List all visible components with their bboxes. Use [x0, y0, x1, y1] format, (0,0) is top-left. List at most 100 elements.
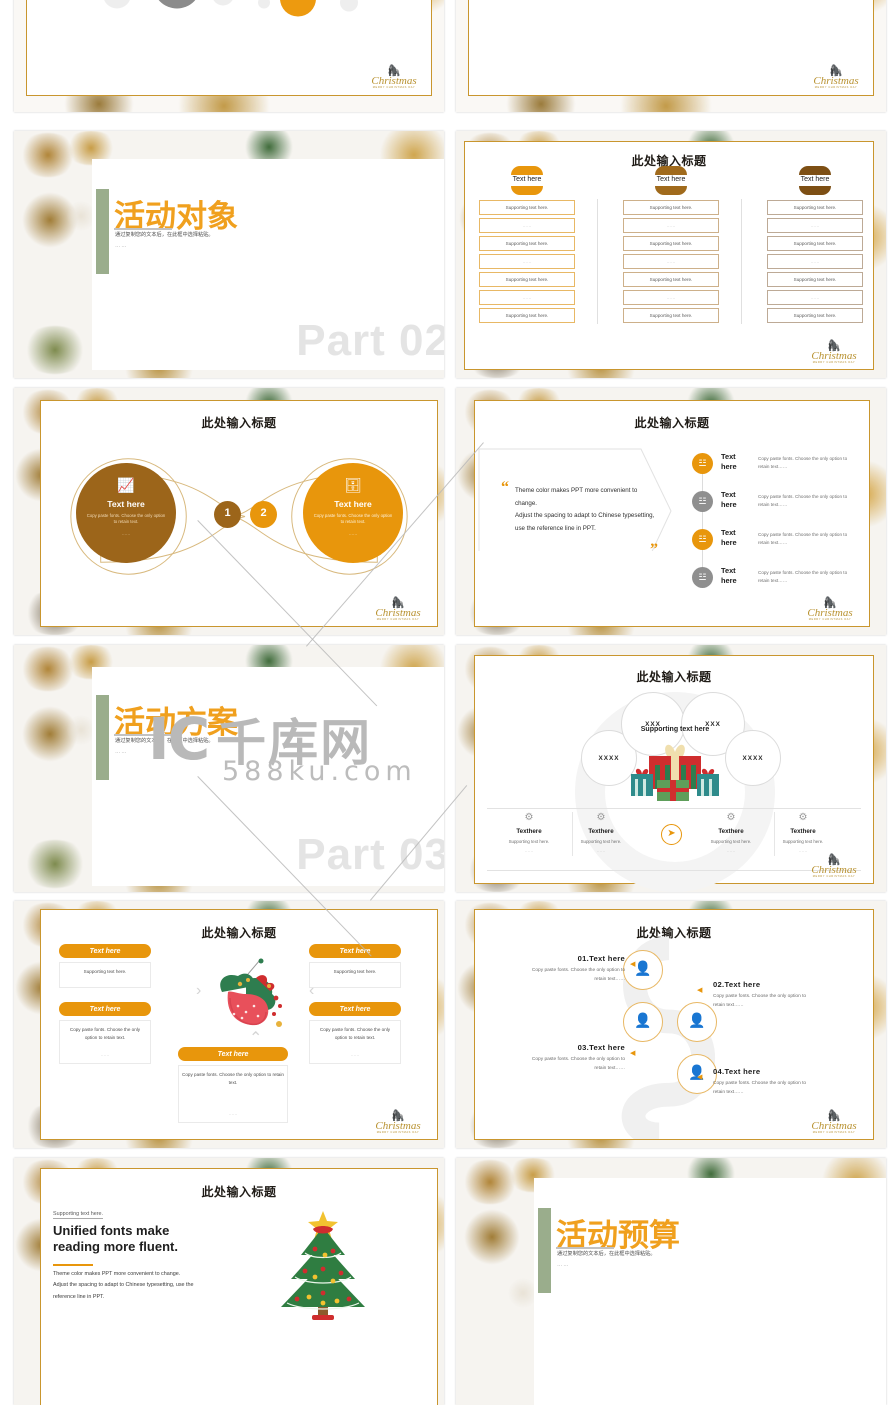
panel-pill-button[interactable]: Text here — [309, 1002, 401, 1016]
section-paragraph: 通过复制您的文本后，在此框中选择粘贴。 — [115, 738, 214, 744]
table-cell: …… — [810, 294, 820, 300]
column-divider — [741, 199, 742, 324]
slide-thumbnail[interactable]: Text Text Text Text only option to retai… — [14, 0, 444, 112]
panel-dots: …… — [350, 1052, 360, 1057]
slide-thumbnail[interactable]: 此处输入标题 📈 Text here Copy paste fonts. Cho… — [14, 388, 444, 635]
slide-thumbnail[interactable]: 此处输入标题 Text here Supporting text here. Tex… — [14, 901, 444, 1148]
table-cell: …… — [810, 258, 820, 264]
brand-tagline: MERRY CHRISTMAS DAY — [812, 361, 856, 365]
table-cell: Supporting text here. — [649, 312, 693, 318]
table-cell: Supporting text here. — [505, 240, 549, 246]
slide-title: 此处输入标题 — [201, 926, 277, 940]
right-arrow-icon: ➤ — [667, 828, 676, 839]
panel-pill-button[interactable]: Text here — [309, 944, 401, 958]
slide-thumbnail[interactable]: 此处输入标题 👤 👤 👤 👤 01.Text here Copy paste fonts.… — [456, 901, 886, 1148]
circle-heading: Text here — [107, 499, 145, 509]
footer-dots: …… — [596, 848, 606, 853]
timeline-label: Text here — [721, 528, 737, 547]
arc-bubble-label: XXXX — [742, 755, 764, 762]
panel-body-text: Copy paste fonts. Choose the only option… — [182, 1072, 284, 1086]
arc-center-label: Supporting text here — [640, 726, 710, 733]
section-dots: …… — [557, 1262, 570, 1268]
brand-tagline: MERRY CHRISTMAS DAY — [812, 1131, 856, 1135]
section-paragraph: 通过复制您的文本后，在此框中选择粘贴。 — [115, 232, 214, 238]
timeline-body: Copy paste fonts. Choose the only option… — [758, 532, 848, 546]
circle-icon: 🗄 — [344, 477, 362, 493]
column-divider — [597, 199, 598, 324]
panel-body-text: Supporting text here. — [83, 969, 127, 974]
slide-thumbnail[interactable]: 活动对象 通过复制您的文本后，在此框中选择粘贴。 …… Part 02 — [14, 131, 444, 378]
chevron-left-icon[interactable]: ‹ — [309, 982, 314, 1000]
footer-body: Supporting text here. — [580, 839, 622, 844]
brand-tagline: MERRY CHRISTMAS DAY — [814, 86, 858, 90]
christmas-stocking-illustration — [220, 958, 282, 1027]
section-accent-bar — [96, 695, 109, 780]
brand-logo: 🦍 Christmas MERRY CHRISTMAS DAY — [803, 341, 865, 365]
cake-icon: ☳ — [698, 458, 707, 468]
panel-body-text: Copy paste fonts. Choose the only option… — [319, 1027, 391, 1041]
body-text: Theme color makes PPT more convenient to… — [53, 1271, 194, 1300]
panel-pill-button[interactable]: Text here — [59, 1002, 151, 1016]
slide-thumbnail[interactable]: 活动方案 通过复制您的文本后，在此框中选择粘贴。 …… Part 03 — [14, 645, 444, 892]
table-cell: Supporting text here. — [793, 204, 837, 210]
slide-thumbnail[interactable]: 此处输入标题 Text here Supporting text here.…… S… — [456, 131, 886, 378]
chevron-up-icon[interactable]: ⌃ — [249, 1028, 262, 1048]
slide-thumbnail[interactable]: 此处输入标题 XXXX XXX XXX XXXX Supporting text he… — [456, 645, 886, 892]
panel-pill-button[interactable]: Text here — [59, 944, 151, 958]
slide-thumbnail[interactable]: 此处输入标题 Supporting text here. Unified fon… — [14, 1158, 444, 1405]
person-ban-icon: 👤 — [688, 1012, 706, 1028]
brand-logo: 🦍 Christmas MERRY CHRISTMAS DAY — [367, 598, 429, 622]
section-accent-bar — [96, 189, 109, 274]
timeline-label: Text here — [721, 490, 737, 509]
flow-heading: 01.Text here — [577, 954, 625, 963]
brand-tagline: MERRY CHRISTMAS DAY — [372, 86, 416, 90]
circle-heading: Text here — [334, 499, 372, 509]
timeline-label: Text here — [721, 566, 737, 585]
slide-thumbnail[interactable]: 此处输入标题 “ Theme color makes PPT more conv… — [456, 388, 886, 635]
footer-label: Texthere — [588, 828, 614, 835]
panel-pill-button[interactable]: Text here — [178, 1047, 288, 1061]
christmas-tree-illustration — [281, 1211, 365, 1320]
section-paragraph: 通过复制您的文本后，在此框中选择粘贴。 — [557, 1251, 656, 1257]
table-cell: Supporting text here. — [649, 276, 693, 282]
slide-thumbnail[interactable]: Text hereSupporting text here.Supporting… — [456, 0, 886, 112]
flow-arrow-icon: ◀ — [697, 1074, 703, 1081]
flow-arrow-icon: ◀ — [697, 987, 703, 994]
gear-icon: ⚙ — [596, 812, 606, 823]
column-badge-top — [655, 166, 687, 175]
timeline-body: Copy paste fonts. Choose the only option… — [758, 456, 848, 470]
circle-dots: …… — [121, 531, 131, 536]
chevron-right-icon[interactable]: › — [196, 982, 201, 1000]
footer-dots: …… — [798, 848, 808, 853]
slide-title: 此处输入标题 — [201, 1185, 277, 1199]
brand-logo: 🦍 Christmas MERRY CHRISTMAS DAY — [803, 1111, 865, 1135]
quote-close-icon: ” — [650, 541, 658, 558]
section-dots: …… — [115, 243, 128, 249]
table-cell: …… — [810, 222, 820, 228]
brand-logo: 🦍 Christmas MERRY CHRISTMAS DAY — [799, 598, 861, 622]
footer-label: Texthere — [790, 828, 816, 835]
column-header: Text here — [512, 176, 542, 183]
table-cell: Supporting text here. — [793, 276, 837, 282]
column-badge-bottom — [799, 186, 831, 195]
slide-thumbnail[interactable]: 活动预算 通过复制您的文本后，在此框中选择粘贴。 …… — [456, 1158, 886, 1405]
footer-dots: …… — [726, 848, 736, 853]
panel-body-text: Copy paste fonts. Choose the only option… — [69, 1027, 141, 1041]
headline-rule — [53, 1264, 93, 1266]
table-cell: …… — [522, 294, 532, 300]
footer-label: Texthere — [516, 828, 542, 835]
column-badge-bottom — [511, 186, 543, 195]
section-accent-bar — [538, 1208, 551, 1293]
flow-heading: 03.Text here — [577, 1043, 625, 1052]
gear-icon: ⚙ — [524, 812, 534, 823]
table-cell: Supporting text here. — [793, 312, 837, 318]
person-ban-icon: 👤 — [634, 960, 652, 976]
step-number: 2 — [260, 507, 267, 519]
slide-grid: Text Text Text Text only option to retai… — [0, 0, 892, 1405]
flow-body: Copy paste fonts. Choose the only option… — [713, 1081, 807, 1096]
timeline-connector — [702, 473, 703, 493]
footer-label: Texthere — [718, 828, 744, 835]
table-cell: …… — [522, 258, 532, 264]
section-part-label: Part 02 — [296, 316, 444, 365]
cake-icon: ☳ — [698, 496, 707, 506]
